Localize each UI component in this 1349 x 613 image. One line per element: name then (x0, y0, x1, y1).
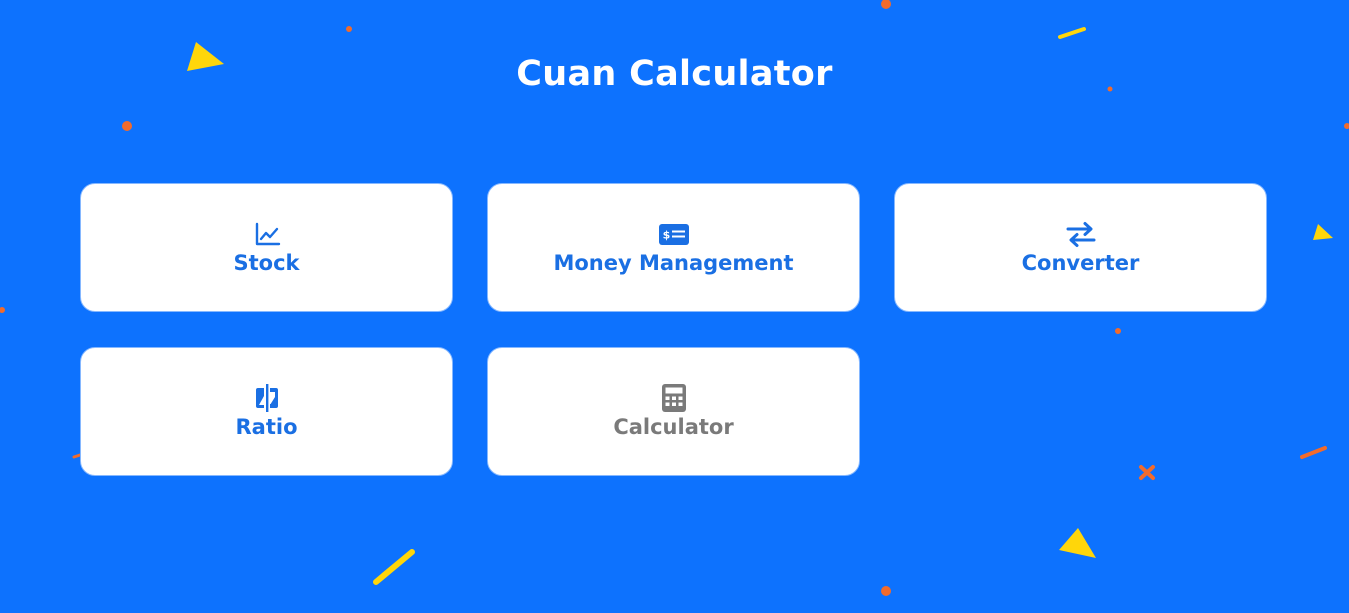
confetti-dot (346, 26, 352, 32)
stock-card-label: Stock (233, 251, 300, 275)
calculator-card[interactable]: Calculator (487, 347, 860, 476)
calculator-card-label: Calculator (613, 415, 734, 439)
confetti-triangle (1059, 528, 1096, 558)
confetti-dot (881, 0, 891, 9)
confetti-dot (1344, 123, 1349, 129)
confetti-dot (881, 586, 891, 596)
compare-icon (255, 384, 278, 412)
confetti-dot (0, 307, 5, 313)
confetti-dot (122, 121, 132, 131)
money-management-card-label: Money Management (553, 251, 794, 275)
stock-chart-icon (255, 222, 280, 246)
ratio-card[interactable]: Ratio (80, 347, 453, 476)
money-bill-icon: $ (658, 224, 689, 245)
converter-card-label: Converter (1021, 251, 1140, 275)
converter-card[interactable]: Converter (894, 183, 1267, 312)
confetti-dot (1115, 328, 1121, 334)
page-title: Cuan Calculator (516, 54, 833, 94)
confetti-dash (373, 549, 415, 585)
svg-text:$: $ (662, 229, 670, 242)
confetti-dash (1058, 27, 1086, 39)
calculator-icon (661, 384, 686, 412)
confetti-cross (1139, 465, 1155, 480)
money-management-card[interactable]: $ Money Management (487, 183, 860, 312)
stock-card[interactable]: Stock (80, 183, 453, 312)
confetti-dash (1300, 446, 1327, 459)
confetti-triangle (1313, 224, 1333, 240)
swap-arrows-icon (1066, 222, 1095, 247)
ratio-card-label: Ratio (235, 415, 298, 439)
